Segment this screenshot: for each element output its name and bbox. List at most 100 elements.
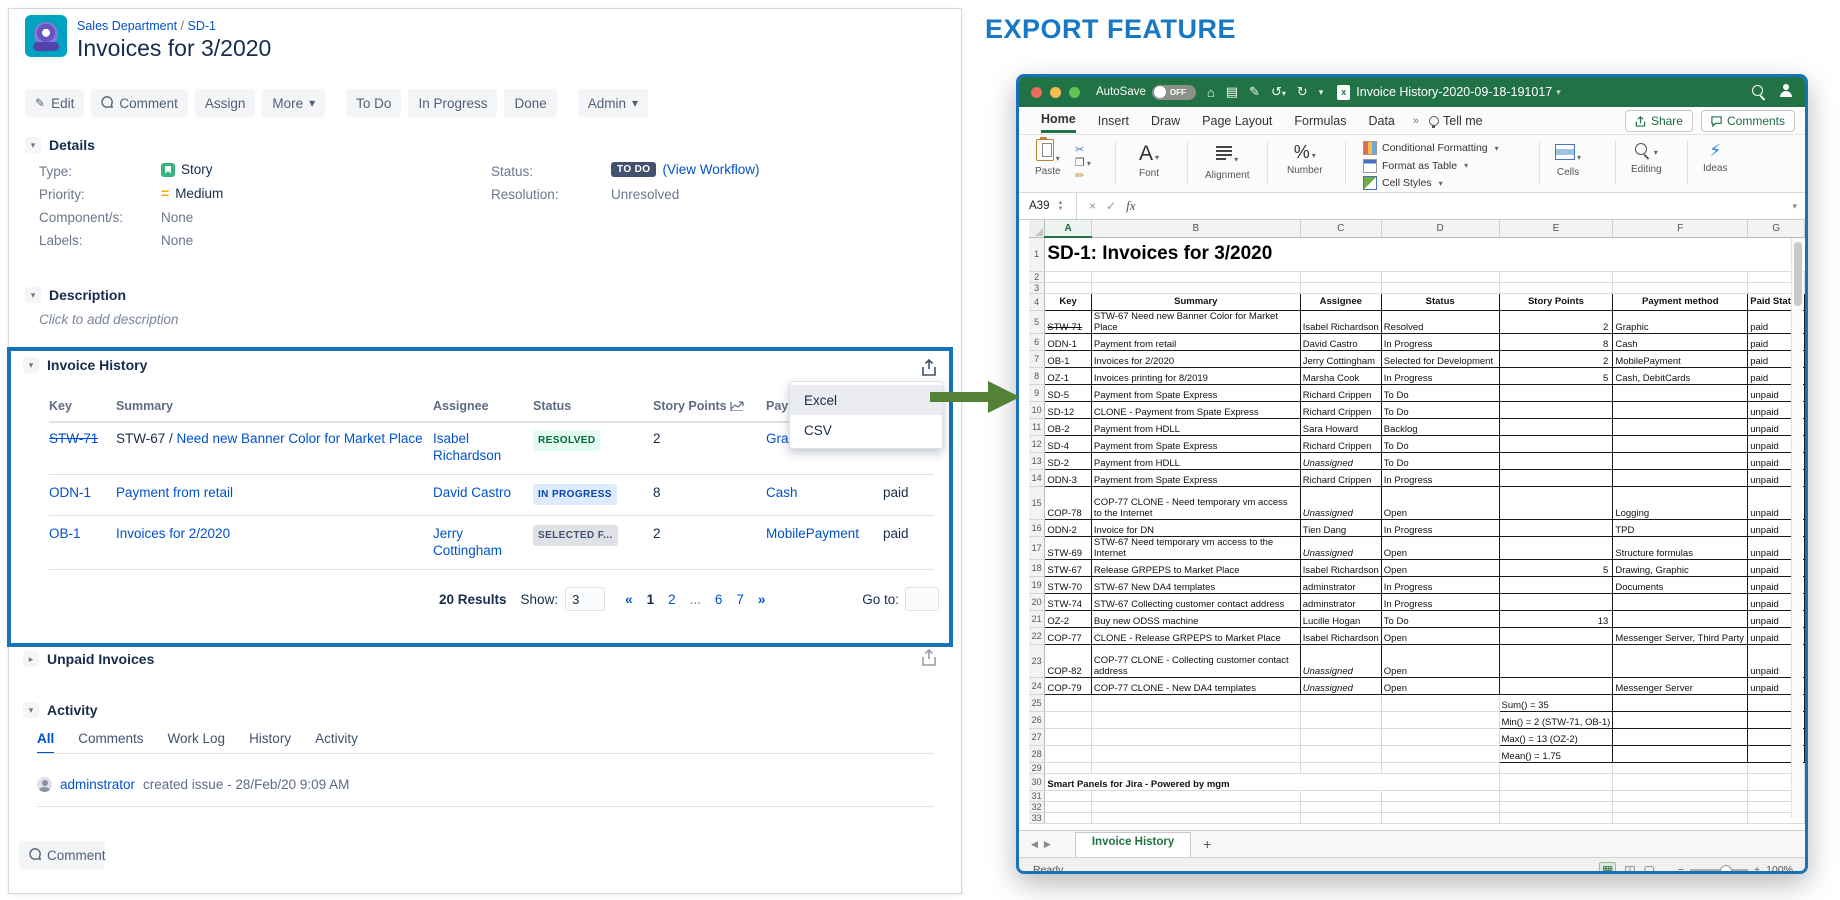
excel-cell[interactable] [1091, 271, 1300, 282]
excel-cell[interactable] [1381, 801, 1499, 812]
excel-cell[interactable] [1613, 728, 1748, 745]
row-header-22[interactable]: 22 [1029, 627, 1045, 644]
excel-cell[interactable]: CLONE - Payment from Spate Express [1091, 401, 1300, 418]
page-7-link[interactable]: 7 [736, 592, 744, 607]
excel-cell[interactable]: Resolved [1381, 310, 1499, 333]
vertical-scrollbar[interactable] [1791, 238, 1803, 818]
activity-tab-activity[interactable]: Activity [315, 731, 358, 754]
excel-cell[interactable] [1499, 762, 1613, 773]
excel-cell[interactable]: OB-2 [1045, 418, 1091, 435]
name-box[interactable]: A39 ▲▼ [1019, 193, 1077, 219]
col-summary[interactable]: Summary [116, 399, 433, 413]
excel-cell[interactable] [1499, 593, 1613, 610]
excel-cell[interactable]: Richard Crippen [1300, 435, 1381, 452]
excel-cell[interactable] [1499, 271, 1613, 282]
namebox-spinner-icon[interactable]: ▲▼ [1057, 200, 1063, 212]
excel-cell[interactable] [1300, 728, 1381, 745]
excel-cell[interactable] [1045, 271, 1091, 282]
excel-cell[interactable]: Invoice for DN [1091, 519, 1300, 536]
insert-function-icon[interactable]: fx [1126, 198, 1135, 214]
undo-icon[interactable]: ↺▾ [1271, 84, 1286, 100]
excel-cell[interactable]: Drawing, Graphic [1613, 559, 1748, 576]
excel-cell[interactable]: Payment from Spate Express [1091, 469, 1300, 486]
excel-cell[interactable] [1613, 401, 1748, 418]
cut-scissors-icon[interactable]: ✂ [1075, 143, 1091, 156]
font-group-button[interactable]: A▾ Font [1139, 142, 1159, 179]
excel-cell[interactable]: To Do [1381, 401, 1499, 418]
excel-cell[interactable] [1045, 745, 1091, 762]
row-header-5[interactable]: 5 [1029, 310, 1045, 333]
row-header-12[interactable]: 12 [1029, 435, 1045, 452]
excel-cell[interactable] [1045, 282, 1091, 293]
excel-cell[interactable] [1613, 711, 1748, 728]
excel-cell[interactable]: Logging [1613, 486, 1748, 519]
excel-cell[interactable]: COP-77 CLONE - Need temporary vm access … [1091, 486, 1300, 519]
excel-cell[interactable]: Unassigned [1300, 644, 1381, 677]
excel-cell[interactable] [1613, 790, 1748, 801]
excel-cell[interactable] [1045, 728, 1091, 745]
column-header-C[interactable]: C [1300, 220, 1381, 237]
search-icon[interactable] [1752, 85, 1763, 99]
col-assignee[interactable]: Assignee [433, 399, 533, 413]
page-layout-view-icon[interactable]: ◫ [1624, 863, 1635, 874]
excel-cell[interactable]: Unassigned [1300, 536, 1381, 559]
alignment-group-button[interactable]: ▾ Alignment [1205, 144, 1249, 181]
excel-cell[interactable] [1300, 790, 1381, 801]
issue-key-link[interactable]: ODN-1 [49, 484, 116, 501]
excel-cell[interactable] [1613, 801, 1748, 812]
edit-doc-icon[interactable]: ✎ [1249, 84, 1260, 100]
export-menu-item-csv[interactable]: CSV [790, 415, 942, 445]
excel-cell[interactable] [1613, 593, 1748, 610]
tab-page-layout[interactable]: Page Layout [1202, 110, 1272, 132]
excel-cell[interactable]: Richard Crippen [1300, 384, 1381, 401]
excel-cell[interactable]: Messenger Server [1613, 677, 1748, 694]
excel-cell[interactable]: SD-4 [1045, 435, 1091, 452]
excel-cell[interactable]: OB-1 [1045, 350, 1091, 367]
view-workflow-link[interactable]: (View Workflow) [662, 162, 759, 177]
excel-cell[interactable] [1613, 452, 1748, 469]
zoom-out-button[interactable]: − [1678, 864, 1684, 874]
excel-cell[interactable] [1300, 271, 1381, 282]
excel-cell[interactable] [1613, 469, 1748, 486]
row-header-9[interactable]: 9 [1029, 384, 1045, 401]
column-header-G[interactable]: G [1748, 220, 1805, 237]
excel-cell[interactable]: ODN-3 [1045, 469, 1091, 486]
excel-cell[interactable]: Payment method [1613, 293, 1748, 310]
title-caret-icon[interactable]: ▾ [1556, 87, 1561, 98]
excel-cell[interactable]: Key [1045, 293, 1091, 310]
activity-tab-work-log[interactable]: Work Log [168, 731, 226, 754]
summary-cell[interactable]: Invoices for 2/2020 [116, 525, 433, 542]
excel-cell[interactable] [1091, 790, 1300, 801]
excel-cell[interactable]: STW-67 Collecting customer contact addre… [1091, 593, 1300, 610]
column-header-F[interactable]: F [1613, 220, 1748, 237]
excel-cell[interactable]: In Progress [1381, 593, 1499, 610]
excel-cell[interactable]: 2 [1499, 350, 1613, 367]
excel-cell[interactable] [1499, 418, 1613, 435]
unpaid-invoices-header[interactable]: ▸ Unpaid Invoices [23, 651, 154, 667]
excel-cell[interactable] [1499, 801, 1613, 812]
excel-cell[interactable]: In Progress [1381, 519, 1499, 536]
excel-cell[interactable]: SD-5 [1045, 384, 1091, 401]
excel-cell[interactable] [1381, 694, 1499, 711]
col-story-points[interactable]: Story Points [653, 399, 766, 413]
excel-cell[interactable] [1613, 435, 1748, 452]
zoom-slider-knob[interactable] [1720, 865, 1732, 874]
excel-cell[interactable] [1045, 812, 1091, 823]
excel-cell[interactable]: Summary [1091, 293, 1300, 310]
excel-cell[interactable]: Structure formulas [1613, 536, 1748, 559]
conditional-formatting-button[interactable]: Conditional Formatting▾ [1363, 141, 1499, 155]
row-header-8[interactable]: 8 [1029, 367, 1045, 384]
excel-cell[interactable]: MobilePayment [1613, 350, 1748, 367]
export-icon[interactable] [921, 359, 937, 377]
excel-cell[interactable] [1499, 812, 1613, 823]
description-placeholder[interactable]: Click to add description [39, 312, 179, 327]
excel-cell[interactable] [1613, 418, 1748, 435]
row-header-16[interactable]: 16 [1029, 519, 1045, 536]
excel-cell[interactable]: Jerry Cottingham [1300, 350, 1381, 367]
activity-tab-comments[interactable]: Comments [78, 731, 143, 754]
row-header-27[interactable]: 27 [1029, 728, 1045, 745]
payment-method-link[interactable]: Cash [766, 484, 883, 501]
minimize-window-button[interactable] [1050, 87, 1061, 98]
excel-cell[interactable] [1045, 694, 1091, 711]
assignee-link[interactable]: Isabel Richardson [433, 430, 533, 464]
